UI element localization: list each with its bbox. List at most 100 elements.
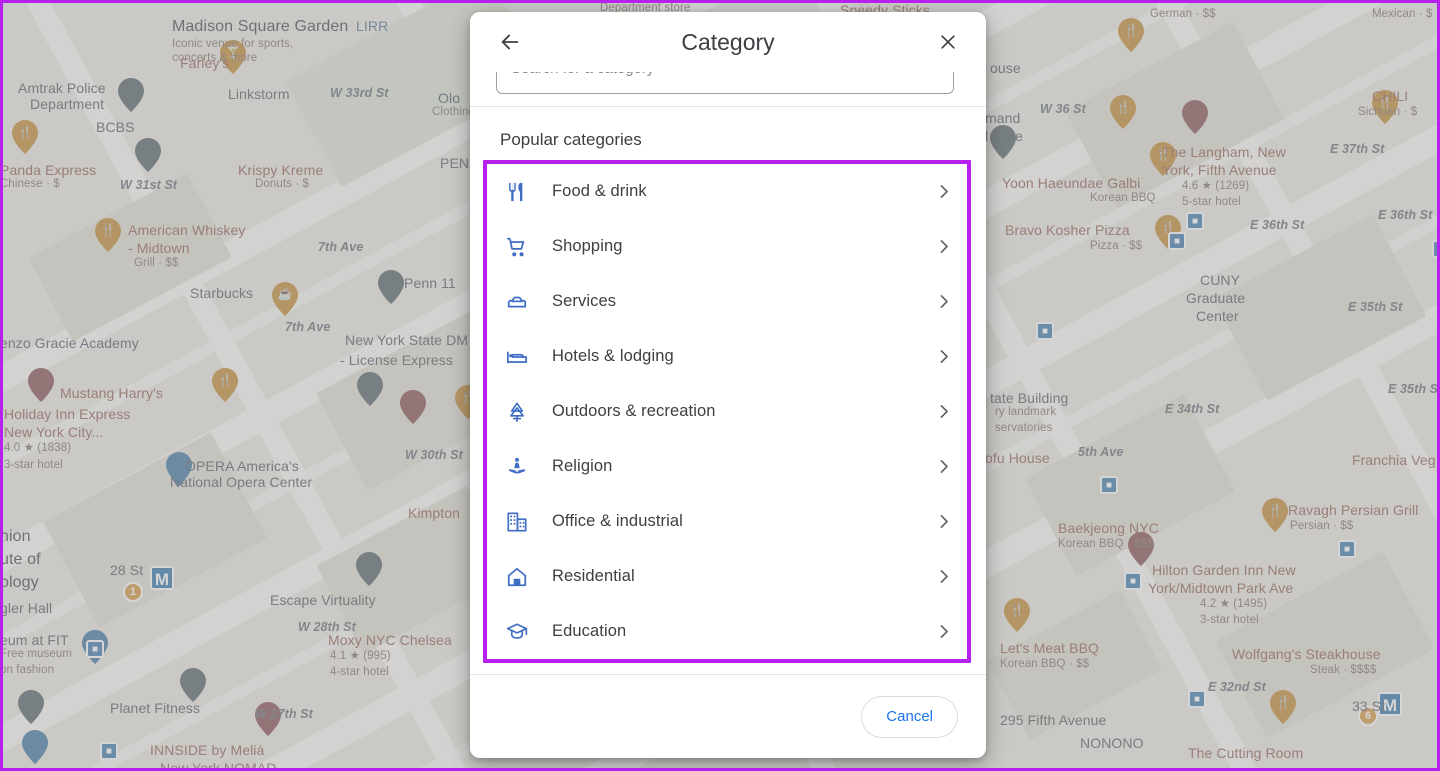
map-pin-restaurant[interactable]: 🍴 bbox=[1270, 690, 1296, 724]
map-pin-generic[interactable] bbox=[356, 552, 382, 586]
search-input-value: Search for a category bbox=[511, 72, 654, 77]
map-pin-civic[interactable] bbox=[357, 372, 383, 406]
map-label: OPERA America's bbox=[185, 458, 299, 474]
chevron-right-icon bbox=[933, 183, 953, 200]
map-pin-restaurant[interactable]: 🍴 bbox=[12, 120, 38, 154]
bus-stop-icon[interactable]: ■ bbox=[86, 640, 104, 658]
map-label: W 30th St bbox=[405, 448, 463, 462]
map-label: INNSIDE by Meliá bbox=[150, 742, 265, 758]
map-label: PEN bbox=[440, 155, 470, 171]
map-label: Korean BBQ · $$ bbox=[1000, 658, 1090, 670]
house-icon bbox=[504, 566, 530, 588]
close-button[interactable] bbox=[928, 22, 968, 62]
bus-stop-icon[interactable]: ■ bbox=[1186, 212, 1204, 230]
map-pin-generic[interactable] bbox=[118, 78, 144, 112]
category-list: Food & drink Shopping Services Hotels & lod… bbox=[487, 164, 967, 659]
map-pin-generic[interactable] bbox=[378, 270, 404, 304]
category-label: Food & drink bbox=[552, 182, 647, 200]
map-label: Mexican · $ bbox=[1372, 8, 1433, 20]
bus-stop-icon[interactable]: ■ bbox=[1168, 232, 1186, 250]
category-row-outdoors-recreation[interactable]: Outdoors & recreation bbox=[487, 384, 967, 439]
map-label: York, Fifth Avenue bbox=[1162, 162, 1277, 178]
map-label: W 36 St bbox=[1040, 102, 1086, 116]
map-label: Persian · $$ bbox=[1290, 520, 1354, 532]
bus-stop-icon[interactable]: ■ bbox=[1036, 322, 1054, 340]
category-row-education[interactable]: Education bbox=[487, 604, 967, 659]
dialog-footer: Cancel bbox=[470, 674, 986, 758]
map-pin-hotel[interactable] bbox=[28, 368, 54, 402]
map-label: Panda Express bbox=[0, 162, 97, 178]
popular-categories-label: Popular categories bbox=[500, 130, 642, 149]
fork-knife-glyph: 🍴 bbox=[1123, 23, 1139, 37]
bus-stop-icon[interactable]: ■ bbox=[1188, 690, 1206, 708]
category-row-services[interactable]: Services bbox=[487, 274, 967, 329]
map-label: Steak · $$$$ bbox=[1310, 664, 1377, 676]
category-row-office-industrial[interactable]: Office & industrial bbox=[487, 494, 967, 549]
popular-categories-highlight-box: Food & drink Shopping Services Hotels & lod… bbox=[483, 160, 971, 663]
map-pin-cafe[interactable]: ☕ bbox=[272, 282, 298, 316]
map-label: Korean BBQ · $$$ bbox=[1058, 538, 1154, 550]
category-row-residential[interactable]: Residential bbox=[487, 549, 967, 604]
map-label: New York NOMAD bbox=[160, 760, 277, 771]
map-label: Olo bbox=[438, 90, 461, 106]
fork-knife-glyph: 🍴 bbox=[100, 223, 116, 237]
map-pin-hotel[interactable] bbox=[400, 390, 426, 424]
map-label: Linkstorm bbox=[228, 86, 290, 102]
map-pin-restaurant[interactable]: 🍴 bbox=[1110, 95, 1136, 129]
chevron-right-icon bbox=[933, 238, 953, 255]
map-label: Free museum bbox=[0, 648, 73, 660]
category-label: Office & industrial bbox=[552, 512, 683, 530]
map-label: tate Building bbox=[990, 390, 1069, 406]
category-row-shopping[interactable]: Shopping bbox=[487, 219, 967, 274]
category-label: Education bbox=[552, 622, 627, 640]
category-label: Outdoors & recreation bbox=[552, 402, 716, 420]
map-label: 3-star hotel bbox=[1200, 614, 1259, 626]
bus-stop-icon[interactable]: ■ bbox=[1100, 476, 1118, 494]
map-label: 3-star hotel bbox=[4, 459, 63, 471]
office-building-icon bbox=[504, 511, 530, 533]
map-pin-store[interactable] bbox=[22, 730, 48, 764]
cancel-button[interactable]: Cancel bbox=[861, 695, 958, 738]
graduation-cap-icon bbox=[504, 621, 530, 643]
map-label: Moxy NYC Chelsea bbox=[328, 632, 452, 648]
category-row-food-drink[interactable]: Food & drink bbox=[487, 164, 967, 219]
subway-station-marker[interactable]: M bbox=[150, 566, 174, 590]
dialog-scroll-body[interactable]: Search for a category Popular categories… bbox=[470, 72, 986, 674]
map-label: nion bbox=[0, 528, 31, 545]
map-label: Clothing bbox=[432, 106, 475, 118]
park-tree-icon bbox=[504, 401, 530, 423]
bus-stop-icon[interactable]: ■ bbox=[1124, 572, 1142, 590]
map-label: ry landmark bbox=[995, 406, 1057, 418]
map-pin-hotel[interactable] bbox=[1182, 100, 1208, 134]
map-pin-gym[interactable] bbox=[180, 668, 206, 702]
transit-line-badge[interactable]: 1 bbox=[123, 582, 143, 602]
map-label: Krispy Kreme bbox=[238, 162, 324, 178]
coffee-glyph: ☕ bbox=[277, 287, 293, 301]
map-label: 295 Fifth Avenue bbox=[1000, 712, 1107, 728]
map-label: Yoon Haeundae Galbi bbox=[1002, 175, 1141, 191]
map-label: Iconic venue for sports, bbox=[172, 38, 294, 50]
map-pin-restaurant[interactable]: 🍴 bbox=[1004, 598, 1030, 632]
map-pin-restaurant[interactable]: 🍴 bbox=[95, 218, 121, 252]
map-label: Holiday Inn Express bbox=[4, 406, 131, 422]
map-label: Escape Virtuality bbox=[270, 592, 376, 608]
search-input[interactable]: Search for a category bbox=[496, 72, 954, 94]
map-label: Chinese · $ bbox=[0, 178, 60, 190]
chevron-right-icon bbox=[933, 293, 953, 310]
category-row-hotels-lodging[interactable]: Hotels & lodging bbox=[487, 329, 967, 384]
bus-stop-icon[interactable]: ■ bbox=[100, 742, 118, 760]
bus-stop-icon[interactable]: ■ bbox=[1432, 240, 1440, 258]
map-label: 7th Ave bbox=[285, 320, 331, 334]
map-pin-generic[interactable] bbox=[135, 138, 161, 172]
map-label: l Care bbox=[985, 128, 1023, 144]
map-label: ofu House bbox=[985, 450, 1050, 466]
map-pin-restaurant[interactable]: 🍴 bbox=[212, 368, 238, 402]
map-pin-restaurant[interactable]: 🍴 bbox=[1118, 18, 1144, 52]
fork-knife-glyph: 🍴 bbox=[1115, 100, 1131, 114]
map-label: 7th Ave bbox=[318, 240, 364, 254]
map-pin-restaurant[interactable]: 🍴 bbox=[1262, 498, 1288, 532]
back-button[interactable] bbox=[490, 22, 530, 62]
bus-stop-icon[interactable]: ■ bbox=[1338, 540, 1356, 558]
category-row-religion[interactable]: Religion bbox=[487, 439, 967, 494]
map-pin-generic[interactable] bbox=[18, 690, 44, 724]
